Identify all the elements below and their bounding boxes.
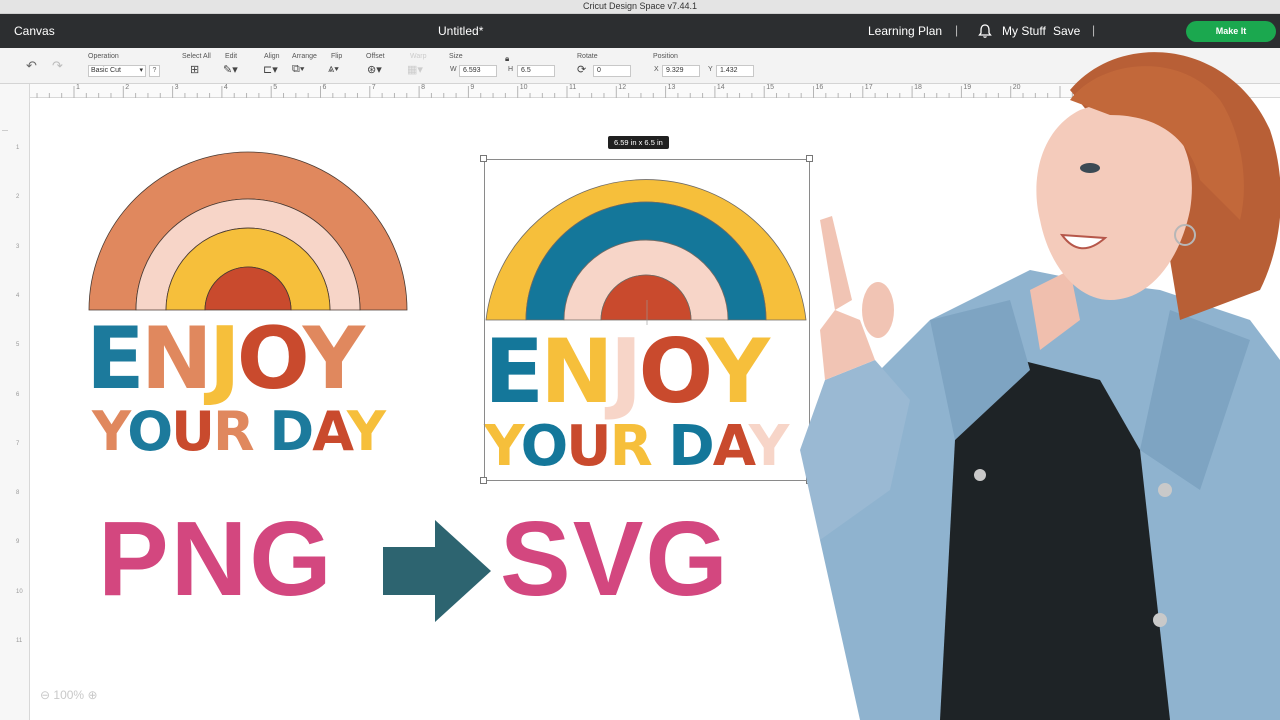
document-title[interactable]: Untitled* <box>438 24 483 38</box>
letter <box>253 400 270 463</box>
x-position-field[interactable]: 9.329 <box>662 65 700 77</box>
operation-select[interactable]: Basic Cut ▾ <box>88 65 146 77</box>
ruler-label: 7 <box>16 440 20 447</box>
arrow-right-icon <box>383 520 491 622</box>
zoom-in-icon[interactable]: ⊕ <box>87 688 97 702</box>
ruler-label: 5 <box>273 84 278 91</box>
size-label: Size <box>449 53 463 60</box>
canvas-label: Canvas <box>14 24 55 38</box>
warp-label: Warp <box>410 53 427 60</box>
ruler-label: 15 <box>766 84 774 91</box>
edit-label: Edit <box>225 53 238 60</box>
resize-handle[interactable] <box>480 477 487 484</box>
ruler-label: 1 <box>16 145 20 151</box>
ruler-label: 3 <box>16 243 20 250</box>
selection-box[interactable] <box>484 159 810 481</box>
letter: R <box>212 400 255 463</box>
flip-label: Flip <box>331 53 343 60</box>
arrange-icon[interactable]: ⧉▾ <box>292 63 304 76</box>
offset-icon[interactable]: ⊛▾ <box>367 63 382 76</box>
ruler-label: 7 <box>371 84 376 91</box>
offset-label: Offset <box>366 53 385 60</box>
ruler-label: 10 <box>519 84 528 91</box>
letter: J <box>208 309 241 409</box>
height-label: H <box>508 66 514 73</box>
height-field[interactable]: 6.5 <box>517 65 555 77</box>
ruler-label: 10 <box>16 588 23 595</box>
ruler-label: 13 <box>667 84 676 91</box>
size-tooltip: 6.59 in x 6.5 in <box>608 136 669 149</box>
ruler-label: 4 <box>223 84 228 91</box>
flip-icon[interactable]: ⩓▾ <box>328 63 339 76</box>
warp-icon[interactable]: ▦▾ <box>407 63 423 76</box>
window-title-bar: Cricut Design Space v7.44.1 <box>0 0 1280 14</box>
letter: N <box>140 309 213 409</box>
ruler-label: 12 <box>618 84 627 91</box>
letter: Y <box>302 309 365 409</box>
ruler-label: 2 <box>16 194 20 201</box>
letter: A <box>312 400 349 463</box>
position-label: Position <box>653 53 678 60</box>
ruler-label: 5 <box>16 342 20 349</box>
rotate-label: Rotate <box>577 53 598 60</box>
presenter-photo <box>800 52 1280 720</box>
zoom-control: ⊖ 100% ⊕ <box>40 688 98 702</box>
letter: D <box>269 400 314 463</box>
ruler-label: 8 <box>421 84 425 91</box>
window-title: Cricut Design Space v7.44.1 <box>582 1 698 11</box>
design-left-text: ENJOY YOUR DAY <box>86 316 410 462</box>
ruler-label: 4 <box>16 292 20 299</box>
operation-label: Operation <box>88 53 119 60</box>
letter: E <box>86 309 145 409</box>
width-field[interactable]: 6.593 <box>459 65 497 77</box>
letter: O <box>236 309 307 409</box>
ruler-label: 1 <box>76 84 80 91</box>
resize-handle[interactable] <box>480 155 487 162</box>
zoom-out-icon[interactable]: ⊖ <box>40 688 50 702</box>
edit-icon[interactable]: ✎▾ <box>223 63 238 76</box>
undo-icon[interactable]: ↶ <box>26 58 37 74</box>
align-icon[interactable]: ⊏▾ <box>263 63 278 76</box>
letter: Y <box>92 400 129 463</box>
redo-icon[interactable]: ↷ <box>52 58 63 74</box>
ruler-label: 2 <box>125 84 130 91</box>
select-all-label: Select All <box>182 53 211 60</box>
chevron-down-icon: ▾ <box>139 67 143 74</box>
headline-svg: SVG <box>500 500 730 618</box>
your-day-words: YOUR DAY <box>86 402 410 462</box>
ruler-label: 9 <box>16 539 20 546</box>
x-label: X <box>654 66 659 73</box>
lock-icon[interactable]: 🔒︎ <box>505 54 509 64</box>
rotate-icon[interactable]: ⟳ <box>577 63 586 76</box>
screen: Cricut Design Space v7.44.1 Canvas Untit… <box>0 0 1280 720</box>
ruler-label: 11 <box>569 84 577 91</box>
y-label: Y <box>708 66 713 73</box>
select-all-icon[interactable]: ⊞ <box>190 63 199 76</box>
ruler-label: 14 <box>716 84 725 91</box>
ruler-label: 6 <box>16 391 20 398</box>
help-icon[interactable]: ? <box>149 65 160 77</box>
headline-png: PNG <box>98 500 334 618</box>
ruler-label: 9 <box>470 84 475 91</box>
ruler-tick: — <box>2 128 8 134</box>
ruler-label: 3 <box>174 84 179 91</box>
width-label: W <box>450 66 457 73</box>
ruler-label: 6 <box>322 84 327 91</box>
zoom-level: 100% <box>53 688 85 702</box>
ruler-label: 8 <box>16 490 20 497</box>
align-label: Align <box>264 53 280 60</box>
letter: Y <box>346 400 386 463</box>
ruler-label: 11 <box>16 638 23 644</box>
y-position-field[interactable]: 1.432 <box>716 65 754 77</box>
operation-value: Basic Cut <box>91 67 121 74</box>
vertical-ruler: — <box>0 84 30 720</box>
arrange-label: Arrange <box>292 53 317 60</box>
enjoy-word: ENJOY <box>86 316 410 402</box>
rotate-field[interactable]: 0 <box>593 65 631 77</box>
letter: O <box>127 400 173 463</box>
letter: U <box>171 400 215 463</box>
